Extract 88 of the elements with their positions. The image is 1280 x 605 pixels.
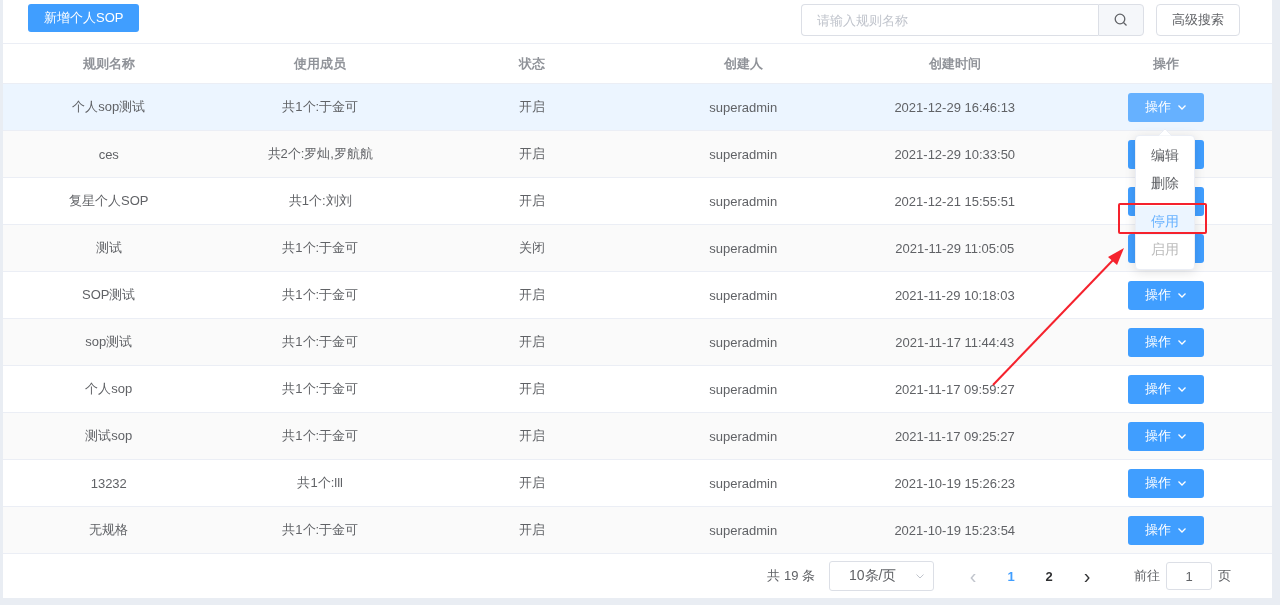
page-input[interactable]: 1 <box>1166 562 1212 590</box>
chevron-down-icon <box>1177 102 1188 112</box>
table-cell: superadmin <box>709 475 778 491</box>
page-suffix: 页 <box>1218 567 1231 585</box>
page-number[interactable]: 1 <box>992 567 1030 585</box>
table-cell: superadmin <box>709 146 778 162</box>
table-cell: 个人sop测试 <box>72 98 146 116</box>
menu-item[interactable]: 删除 <box>1136 169 1194 197</box>
table-cell: superadmin <box>709 287 778 303</box>
table-cell: superadmin <box>709 428 778 444</box>
table-cell: 开启 <box>518 474 545 492</box>
table-cell: 2021-11-17 11:44:43 <box>895 334 1015 350</box>
action-dropdown-button[interactable]: 操作 <box>1128 515 1205 545</box>
table-cell: superadmin <box>709 193 778 209</box>
table-cell: 共1个:于金可 <box>282 521 359 539</box>
table-cell: 开启 <box>518 333 545 351</box>
action-dropdown-button[interactable]: 操作 <box>1128 374 1205 404</box>
table-cell: 开启 <box>518 380 545 398</box>
chevron-down-icon <box>1177 384 1188 394</box>
table-cell: 共1个:于金可 <box>282 286 359 304</box>
table-cell: 共2个:罗灿,罗航航 <box>267 145 373 163</box>
page-number[interactable]: 2 <box>1030 567 1068 585</box>
column-header: 创建时间 <box>928 54 981 73</box>
table-cell: SOP测试 <box>82 286 136 304</box>
table-cell: 2021-12-21 15:55:51 <box>894 193 1016 209</box>
column-header: 使用成员 <box>294 54 347 73</box>
chevron-down-icon <box>1177 525 1188 535</box>
action-dropdown-button[interactable]: 操作 <box>1128 92 1205 122</box>
table-cell: 测试sop <box>85 427 133 445</box>
next-page-button[interactable]: › <box>1068 563 1106 589</box>
table-cell: 共1个:于金可 <box>282 239 359 257</box>
table-cell: 2021-10-19 15:23:54 <box>894 522 1016 538</box>
chevron-down-icon <box>1177 431 1188 441</box>
table-cell: superadmin <box>709 99 778 115</box>
table-cell: 共1个:刘刘 <box>288 192 352 210</box>
table-cell: 共1个:于金可 <box>282 427 359 445</box>
search-button[interactable] <box>1098 4 1144 36</box>
table-cell: 13232 <box>90 475 127 491</box>
table-cell: 开启 <box>518 286 545 304</box>
chevron-down-icon <box>1177 478 1188 488</box>
table-cell: 共1个:于金可 <box>282 333 359 351</box>
page-size-select[interactable]: 10条/页 <box>829 561 934 591</box>
action-dropdown-button[interactable]: 操作 <box>1128 468 1205 498</box>
action-dropdown-button[interactable]: 操作 <box>1128 280 1205 310</box>
table-cell: superadmin <box>709 240 778 256</box>
search-field[interactable]: 请输入规则名称 <box>801 4 1098 36</box>
menu-item[interactable]: 停用 <box>1136 206 1194 235</box>
column-header: 操作 <box>1153 54 1180 73</box>
table-cell: 2021-10-19 15:26:23 <box>894 475 1016 491</box>
table-cell: sop测试 <box>85 333 133 351</box>
table-cell: 2021-12-29 16:46:13 <box>894 99 1016 115</box>
chevron-down-icon <box>1177 337 1188 347</box>
table-cell: ces <box>98 146 119 162</box>
table-cell: 复星个人SOP <box>69 192 149 210</box>
column-header: 创建人 <box>723 54 763 73</box>
column-header: 状态 <box>518 54 545 73</box>
table-cell: 开启 <box>518 145 545 163</box>
chevron-down-icon <box>915 571 925 581</box>
table-cell: 2021-11-17 09:25:27 <box>894 428 1015 444</box>
table-cell: 2021-12-29 10:33:50 <box>894 146 1016 162</box>
advanced-search-button[interactable]: 高级搜索 <box>1156 4 1240 36</box>
table-cell: 无规格 <box>89 521 129 539</box>
table-cell: 2021-11-29 11:05:05 <box>895 240 1015 256</box>
goto-label: 前往 <box>1134 567 1160 585</box>
table-cell: 共1个:于金可 <box>282 98 359 116</box>
chevron-down-icon <box>1177 290 1188 300</box>
table-cell: 测试 <box>95 239 122 257</box>
table-cell: 2021-11-29 10:18:03 <box>894 287 1015 303</box>
table-cell: 个人sop <box>85 380 133 398</box>
table-cell: superadmin <box>709 522 778 538</box>
menu-item[interactable]: 编辑 <box>1136 141 1194 169</box>
previous-page-button[interactable]: ‹ <box>954 563 992 589</box>
table-cell: 开启 <box>518 192 545 210</box>
table-cell: 开启 <box>518 427 545 445</box>
action-dropdown-button[interactable]: 操作 <box>1128 327 1205 357</box>
search-icon <box>1114 13 1128 27</box>
total-count: 共 19 条 <box>767 567 815 585</box>
table-cell: 开启 <box>518 521 545 539</box>
table-cell: superadmin <box>709 381 778 397</box>
table-cell: 共1个:于金可 <box>282 380 359 398</box>
action-dropdown-button[interactable]: 操作 <box>1128 421 1205 451</box>
table-cell: 开启 <box>518 98 545 116</box>
table-cell: 共1个:lll <box>297 474 343 492</box>
table-cell: 2021-11-17 09:59:27 <box>894 381 1015 397</box>
table-cell: 关闭 <box>518 239 545 257</box>
table-cell: superadmin <box>709 334 778 350</box>
add-sop-button[interactable]: 新增个人SOP <box>28 4 140 32</box>
column-header: 规则名称 <box>82 54 135 73</box>
